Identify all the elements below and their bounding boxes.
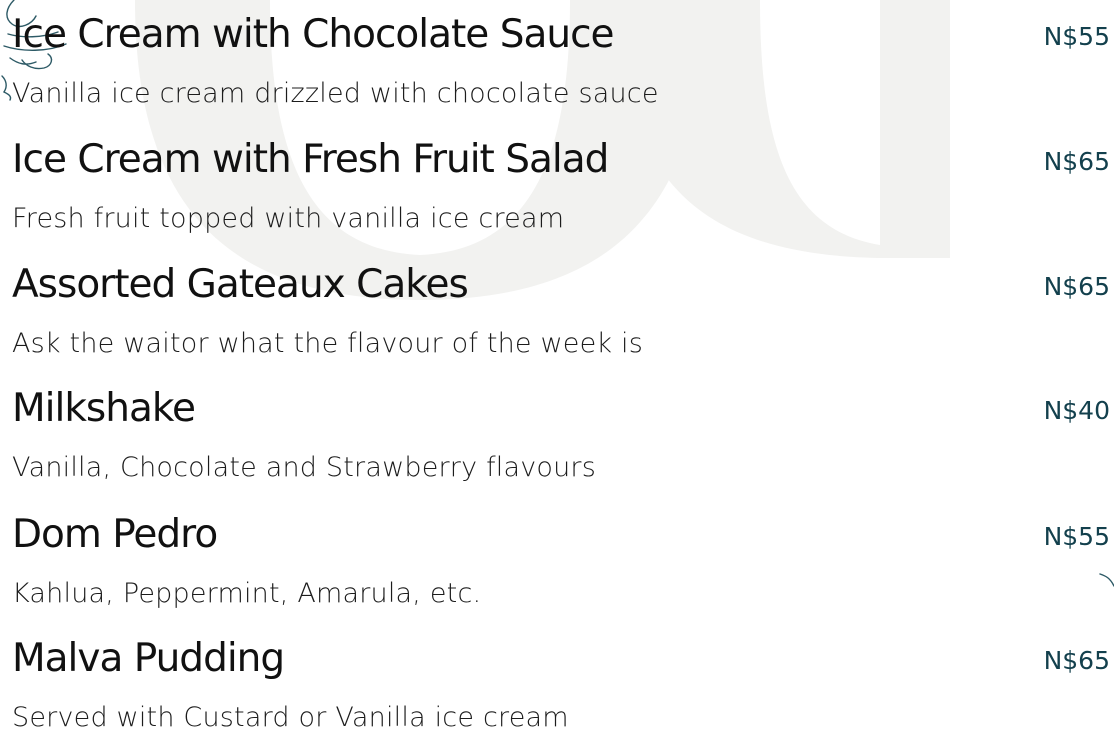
item-description: Served with Custard or Vanilla ice cream	[12, 702, 569, 733]
item-description: Vanilla ice cream drizzled with chocolat…	[12, 78, 659, 109]
item-price: N$55	[1043, 22, 1110, 51]
item-description: Kahlua, Peppermint, Amarula, etc.	[12, 578, 482, 609]
item-price: N$55	[1043, 522, 1110, 551]
item-description: Vanilla, Chocolate and Strawberry flavou…	[12, 452, 596, 483]
item-price: N$65	[1043, 147, 1110, 176]
item-name: Ice Cream with Fresh Fruit Salad	[12, 137, 609, 182]
item-name: Ice Cream with Chocolate Sauce	[12, 12, 615, 57]
menu-item: Ice Cream with Chocolate Sauce N$55 Vani…	[12, 0, 1114, 124]
menu-item: Assorted Gateaux Cakes N$65 Ask the wait…	[12, 250, 1114, 374]
item-price: N$40	[1043, 396, 1110, 425]
item-name: Malva Pudding	[12, 636, 285, 681]
item-name: Milkshake	[12, 386, 196, 431]
item-description: Fresh fruit topped with vanilla ice crea…	[12, 203, 565, 234]
item-description: Ask the waitor what the flavour of the w…	[12, 328, 644, 359]
dessert-menu: Ice Cream with Chocolate Sauce N$55 Vani…	[0, 0, 1114, 736]
menu-item: Malva Pudding N$65 Served with Custard o…	[12, 624, 1114, 748]
item-name: Dom Pedro	[12, 512, 218, 557]
item-price: N$65	[1043, 646, 1110, 675]
menu-item: Milkshake N$40 Vanilla, Chocolate and St…	[12, 374, 1114, 498]
menu-item: Dom Pedro N$55 Kahlua, Peppermint, Amaru…	[12, 500, 1114, 624]
item-price: N$65	[1043, 272, 1110, 301]
item-name: Assorted Gateaux Cakes	[12, 262, 469, 307]
menu-item: Ice Cream with Fresh Fruit Salad N$65 Fr…	[12, 125, 1114, 249]
